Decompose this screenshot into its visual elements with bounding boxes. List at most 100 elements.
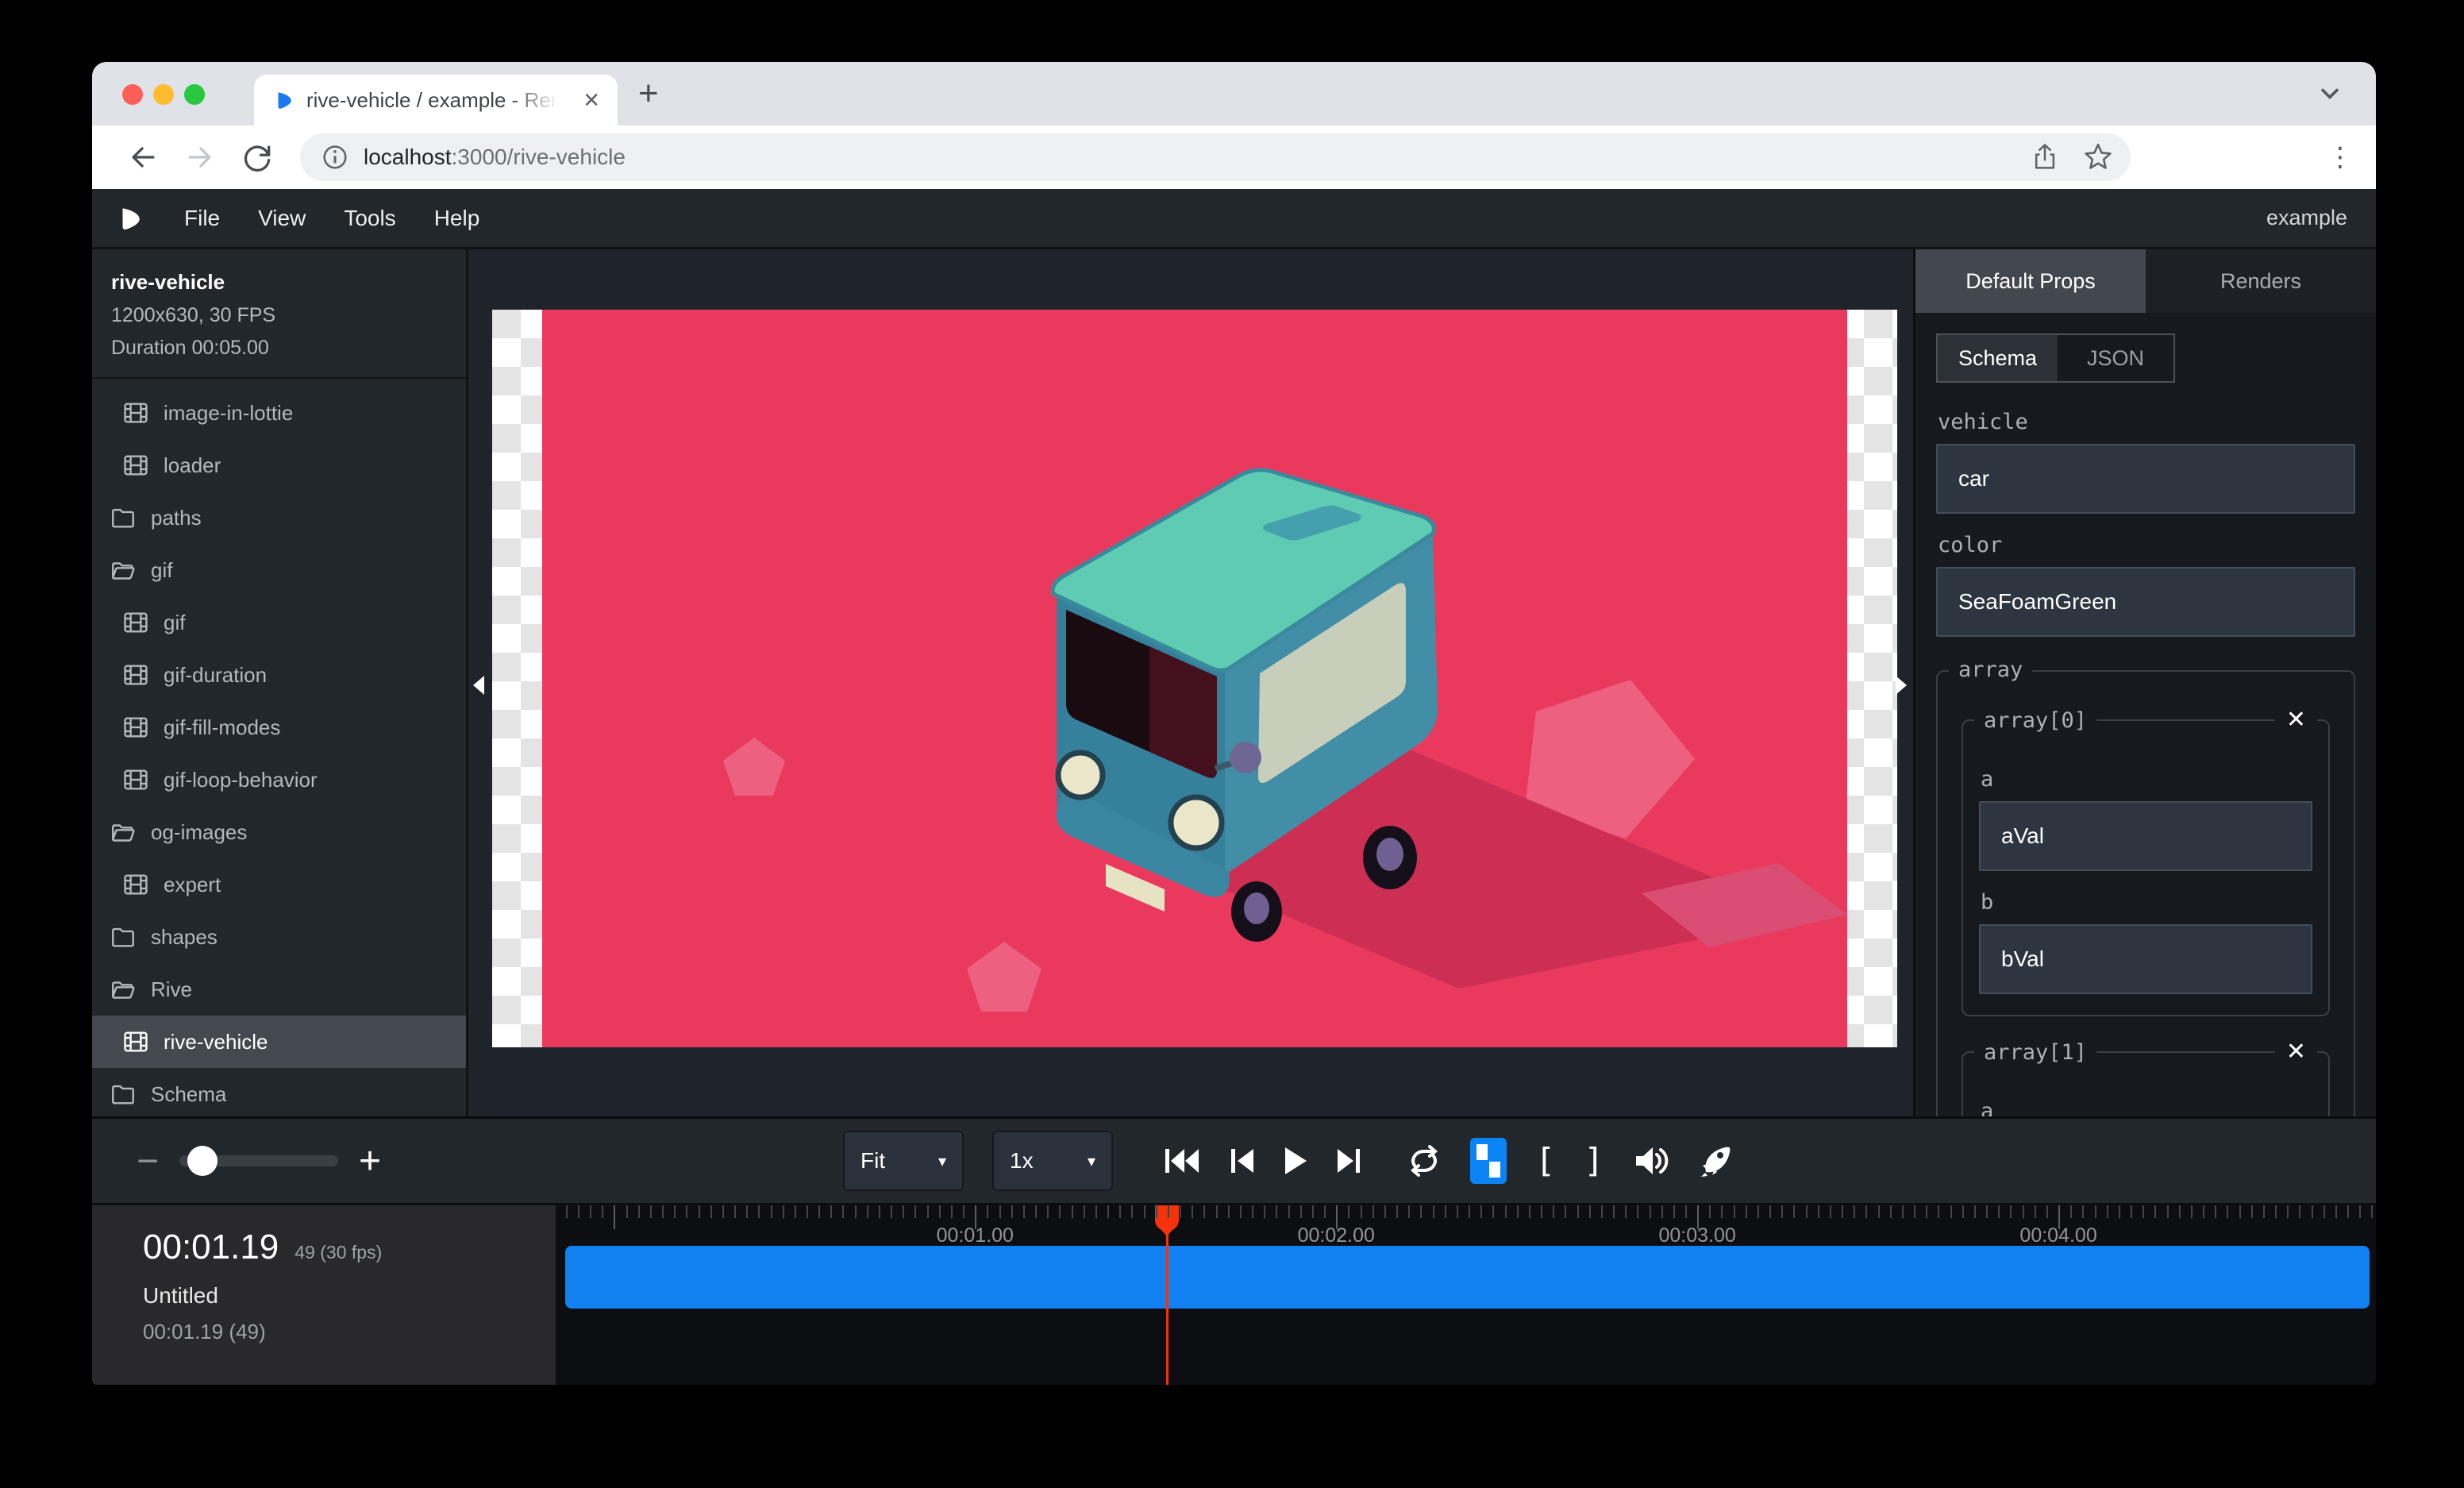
menu-file[interactable]: File [165, 206, 239, 231]
ruler-tick [1192, 1205, 1193, 1218]
track-name: Untitled [143, 1283, 537, 1309]
current-time: 00:01.19 [143, 1228, 279, 1267]
ruler-tick [1420, 1205, 1422, 1218]
collapse-panel-arrow-icon[interactable] [1892, 673, 1910, 697]
sidebar-item-Rive[interactable]: Rive [92, 963, 466, 1016]
share-icon[interactable] [2029, 141, 2061, 173]
ruler-tick [2179, 1205, 2181, 1218]
timeline-ruler-area[interactable]: 00:01.0000:02.0000:03.0000:04.00 [556, 1205, 2376, 1385]
zoom-slider-thumb[interactable] [187, 1146, 218, 1176]
site-info-icon[interactable] [319, 141, 351, 173]
ruler-tick [1095, 1205, 1097, 1218]
new-tab-button[interactable]: + [638, 70, 659, 118]
tab-search-chevron-icon[interactable] [2316, 79, 2344, 112]
reload-icon[interactable] [240, 140, 275, 175]
volume-icon[interactable] [1633, 1145, 1669, 1177]
ruler-tick [602, 1205, 603, 1218]
maximize-window-button[interactable] [184, 84, 205, 105]
array-0-b-input[interactable] [1979, 924, 2312, 994]
ruler-tick [1854, 1205, 1855, 1218]
menu-tools[interactable]: Tools [325, 206, 414, 231]
bookmark-star-icon[interactable] [2081, 141, 2115, 174]
ruler-tick [1734, 1205, 1735, 1218]
ruler-tick [1361, 1205, 1362, 1218]
set-out-point-button[interactable]: ] [1584, 1144, 1604, 1178]
tab-renders[interactable]: Renders [2146, 249, 2376, 313]
zoom-out-button[interactable]: − [137, 1139, 159, 1183]
array-item-0: array[0] ✕ a b [1962, 719, 2330, 1016]
minimize-window-button[interactable] [153, 84, 174, 105]
array-group: array array[0] ✕ a b array[1] [1936, 670, 2355, 1116]
sidebar-item-gif-fill-modes[interactable]: gif-fill-modes [92, 701, 466, 754]
sidebar-item-rive-vehicle[interactable]: rive-vehicle [92, 1016, 466, 1068]
sidebar-item-gif-loop-behavior[interactable]: gif-loop-behavior [92, 754, 466, 806]
ruler-tick [783, 1205, 784, 1218]
loop-toggle-icon[interactable] [1407, 1145, 1442, 1177]
tab-default-props[interactable]: Default Props [1915, 249, 2146, 313]
fit-select[interactable]: Fit ▾ [843, 1131, 964, 1191]
address-bar[interactable]: localhost:3000/rive-vehicle [300, 133, 2131, 181]
ruler-tick [1433, 1205, 1434, 1218]
array-0-a-input[interactable] [1979, 801, 2312, 871]
ruler-tick [1264, 1205, 1265, 1218]
browser-menu-icon[interactable]: ⋮ [2303, 141, 2354, 173]
ruler-tick [1721, 1205, 1723, 1218]
skip-to-start-button[interactable] [1164, 1147, 1202, 1174]
remove-array-item-1-icon[interactable]: ✕ [2275, 1039, 2317, 1066]
sidebar-item-image-in-lottie[interactable]: image-in-lottie [92, 387, 466, 439]
close-window-button[interactable] [122, 84, 143, 105]
color-input[interactable] [1936, 567, 2355, 637]
ruler-tick [1276, 1205, 1277, 1218]
menu-help[interactable]: Help [415, 206, 499, 231]
remotion-logo-icon [116, 205, 143, 232]
set-in-point-button[interactable]: [ [1535, 1144, 1555, 1178]
field-label-b: b [1981, 890, 2312, 915]
ruler-tick [1986, 1205, 1988, 1218]
toggle-controls: [ ] [1407, 1138, 1733, 1184]
sidebar-item-expert[interactable]: expert [92, 858, 466, 911]
ruler-tick [1806, 1205, 1808, 1218]
ruler-tick [699, 1205, 700, 1218]
browser-tab[interactable]: rive-vehicle / example - Remoti ✕ [254, 75, 618, 125]
ruler-tick [1396, 1205, 1398, 1218]
play-button[interactable] [1283, 1146, 1308, 1176]
ruler-tick [1047, 1205, 1049, 1218]
ruler-tick [1950, 1205, 1952, 1218]
toggle-schema[interactable]: Schema [1938, 335, 2058, 381]
sidebar-item-loader[interactable]: loader [92, 439, 466, 492]
next-frame-button[interactable] [1335, 1147, 1362, 1174]
tab-close-icon[interactable]: ✕ [579, 88, 603, 113]
sidebar-item-gif-duration[interactable]: gif-duration [92, 649, 466, 701]
menu-view[interactable]: View [239, 206, 325, 231]
remove-array-item-0-icon[interactable]: ✕ [2275, 707, 2317, 734]
zoom-slider[interactable] [179, 1155, 338, 1166]
speed-select[interactable]: 1x ▾ [992, 1131, 1113, 1191]
forward-icon[interactable] [183, 140, 218, 175]
ruler-tick [2131, 1205, 2132, 1218]
vehicle-input[interactable] [1936, 444, 2355, 514]
sidebar-item-shapes[interactable]: shapes [92, 911, 466, 963]
ruler-tick [2010, 1205, 2012, 1218]
previous-frame-button[interactable] [1229, 1147, 1256, 1174]
current-frame: 49 (30 fps) [295, 1242, 382, 1263]
transparency-checker-toggle[interactable] [1470, 1138, 1507, 1184]
sidebar-item-Schema[interactable]: Schema [92, 1068, 466, 1116]
sidebar-item-gif[interactable]: gif [92, 596, 466, 649]
sidebar-item-gif[interactable]: gif [92, 544, 466, 596]
film-icon [122, 399, 149, 426]
collapse-sidebar-arrow-icon[interactable] [470, 673, 487, 697]
ruler-tick [1023, 1205, 1025, 1218]
ruler-tick [1998, 1205, 2000, 1218]
sidebar-item-paths[interactable]: paths [92, 492, 466, 544]
ruler-tick [2070, 1205, 2072, 1218]
sidebar-item-og-images[interactable]: og-images [92, 806, 466, 858]
ruler-tick [2035, 1205, 2036, 1218]
ruler-tick [2119, 1205, 2120, 1218]
zoom-in-button[interactable]: + [359, 1139, 381, 1183]
browser-window: rive-vehicle / example - Remoti ✕ + loca… [92, 62, 2376, 1385]
rocket-icon[interactable] [1698, 1143, 1733, 1178]
ruler-tick [1324, 1205, 1326, 1218]
back-icon[interactable] [125, 140, 160, 175]
timeline-track[interactable] [565, 1246, 2370, 1309]
toggle-json[interactable]: JSON [2058, 335, 2173, 381]
